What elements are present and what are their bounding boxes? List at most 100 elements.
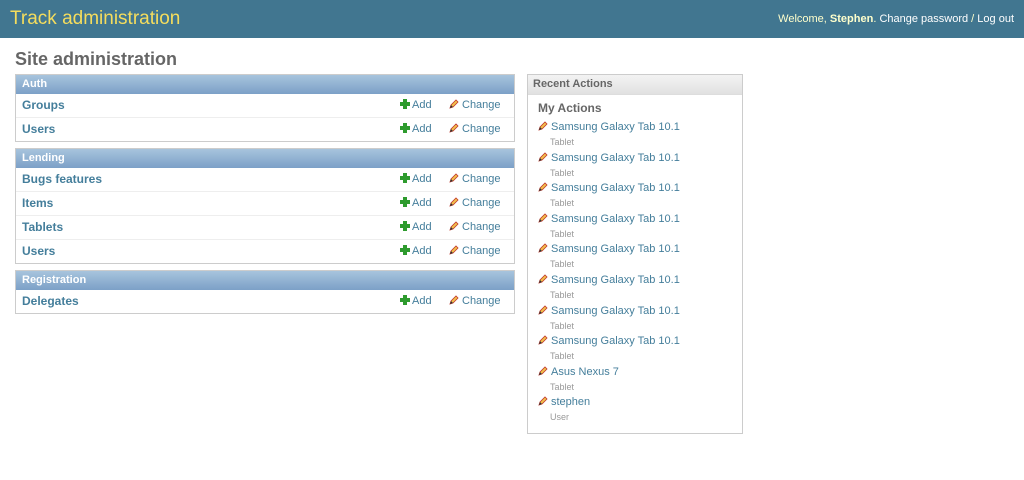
action-link[interactable]: Samsung Galaxy Tab 10.1 <box>538 182 680 198</box>
recent-actions-caption: Recent Actions <box>528 75 742 95</box>
model-row: Tablets Add Change <box>16 216 514 240</box>
action-type: User <box>550 412 570 423</box>
change-link[interactable]: Change <box>449 99 501 111</box>
change-link[interactable]: Change <box>449 197 501 209</box>
model-link[interactable]: Bugs features <box>22 172 102 186</box>
site-title-link[interactable]: Track administration <box>10 8 180 29</box>
plus-icon <box>400 99 410 109</box>
add-label: Add <box>412 197 432 209</box>
model-row: Groups Add Change <box>16 94 514 118</box>
action-item: Samsung Galaxy Tab 10.1 Tablet <box>538 213 680 244</box>
pencil-icon <box>538 121 548 131</box>
pencil-icon <box>449 245 459 255</box>
module-lending: Lending Bugs features Add Change Items Add Cha… <box>15 148 515 264</box>
action-type: Tablet <box>550 167 575 178</box>
action-label: Samsung Galaxy Tab 10.1 <box>551 151 680 164</box>
change-label: Change <box>462 123 501 135</box>
model-row: Bugs features Add Change <box>16 168 514 192</box>
add-link[interactable]: Add <box>400 245 432 257</box>
action-type: Tablet <box>550 259 575 270</box>
action-item: Asus Nexus 7 Tablet <box>538 366 680 397</box>
action-link[interactable]: Samsung Galaxy Tab 10.1 <box>538 152 680 168</box>
pencil-icon <box>538 396 548 406</box>
module-caption[interactable]: Auth <box>16 75 514 94</box>
action-item: stephen User <box>538 396 680 427</box>
plus-icon <box>400 123 410 133</box>
pencil-icon <box>538 304 548 315</box>
plus-icon <box>400 173 410 183</box>
recent-actions-panel: Recent Actions My Actions Samsung Galaxy… <box>527 74 743 434</box>
pencil-icon <box>449 99 459 109</box>
change-link[interactable]: Change <box>449 245 501 257</box>
change-link[interactable]: Change <box>449 221 501 233</box>
model-link[interactable]: Delegates <box>22 294 79 308</box>
change-password-link[interactable]: Change password <box>879 13 968 25</box>
add-link[interactable]: Add <box>400 221 432 233</box>
logout-link[interactable]: Log out <box>977 13 1014 25</box>
action-item: Samsung Galaxy Tab 10.1 Tablet <box>538 335 680 366</box>
add-link[interactable]: Add <box>400 197 432 209</box>
action-type: Tablet <box>550 198 575 209</box>
site-title[interactable]: Track administration <box>10 8 180 30</box>
pencil-icon <box>449 173 459 183</box>
action-list: Samsung Galaxy Tab 10.1 Tablet Samsung Gal… <box>538 121 680 427</box>
add-link[interactable]: Add <box>400 99 432 111</box>
plus-icon <box>400 197 410 207</box>
pencil-icon <box>449 221 459 231</box>
action-type: Tablet <box>550 381 575 392</box>
welcome-suffix: . <box>873 13 877 25</box>
plus-icon <box>400 221 410 231</box>
action-item: Samsung Galaxy Tab 10.1 Tablet <box>538 152 680 183</box>
user-tools: Welcome, Stephen. Change password / Log … <box>778 13 1014 25</box>
pencil-icon <box>449 123 459 133</box>
action-link[interactable]: Samsung Galaxy Tab 10.1 <box>538 243 680 259</box>
change-link[interactable]: Change <box>449 173 501 185</box>
model-row: Users Add Change <box>16 240 514 263</box>
module-caption[interactable]: Lending <box>16 149 514 168</box>
add-link[interactable]: Add <box>400 295 432 307</box>
add-label: Add <box>412 99 432 111</box>
pencil-icon <box>538 182 548 192</box>
add-label: Add <box>412 221 432 233</box>
module-registration: Registration Delegates Add Change <box>15 270 515 314</box>
action-label: Samsung Galaxy Tab 10.1 <box>551 273 680 286</box>
model-link[interactable]: Items <box>22 196 53 210</box>
change-link[interactable]: Change <box>449 123 501 135</box>
pencil-icon <box>538 152 548 162</box>
change-link[interactable]: Change <box>449 295 501 307</box>
add-link[interactable]: Add <box>400 173 432 185</box>
action-label: Samsung Galaxy Tab 10.1 <box>551 121 680 133</box>
action-item: Samsung Galaxy Tab 10.1 Tablet <box>538 305 680 336</box>
model-link[interactable]: Users <box>22 122 55 136</box>
add-link[interactable]: Add <box>400 123 432 135</box>
model-row: Items Add Change <box>16 192 514 216</box>
action-type: Tablet <box>550 228 575 239</box>
model-link[interactable]: Groups <box>22 98 65 112</box>
action-link[interactable]: Asus Nexus 7 <box>538 366 680 382</box>
pencil-icon <box>538 213 548 223</box>
action-link[interactable]: Samsung Galaxy Tab 10.1 <box>538 274 680 290</box>
action-link[interactable]: Samsung Galaxy Tab 10.1 <box>538 213 680 229</box>
action-link[interactable]: Samsung Galaxy Tab 10.1 <box>538 121 680 137</box>
action-item: Samsung Galaxy Tab 10.1 Tablet <box>538 243 680 274</box>
pencil-icon <box>538 243 548 254</box>
model-row: Delegates Add Change <box>16 290 514 313</box>
page-title: Site administration <box>15 49 178 69</box>
change-label: Change <box>462 221 501 233</box>
pencil-icon <box>449 197 459 207</box>
model-link[interactable]: Tablets <box>22 220 63 234</box>
add-label: Add <box>412 123 432 135</box>
action-link[interactable]: stephen <box>538 396 680 412</box>
model-link[interactable]: Users <box>22 244 55 258</box>
change-label: Change <box>462 99 501 111</box>
action-item: Samsung Galaxy Tab 10.1 Tablet <box>538 182 680 213</box>
add-label: Add <box>412 245 432 257</box>
action-label: Asus Nexus 7 <box>551 365 619 378</box>
action-item: Samsung Galaxy Tab 10.1 Tablet <box>538 274 680 305</box>
module-auth: Auth Groups Add Change Users Add Change <box>15 74 515 142</box>
action-link[interactable]: Samsung Galaxy Tab 10.1 <box>538 305 680 321</box>
action-link[interactable]: Samsung Galaxy Tab 10.1 <box>538 335 680 351</box>
module-caption[interactable]: Registration <box>16 271 514 290</box>
action-type: Tablet <box>550 137 575 147</box>
action-type: Tablet <box>550 289 575 300</box>
